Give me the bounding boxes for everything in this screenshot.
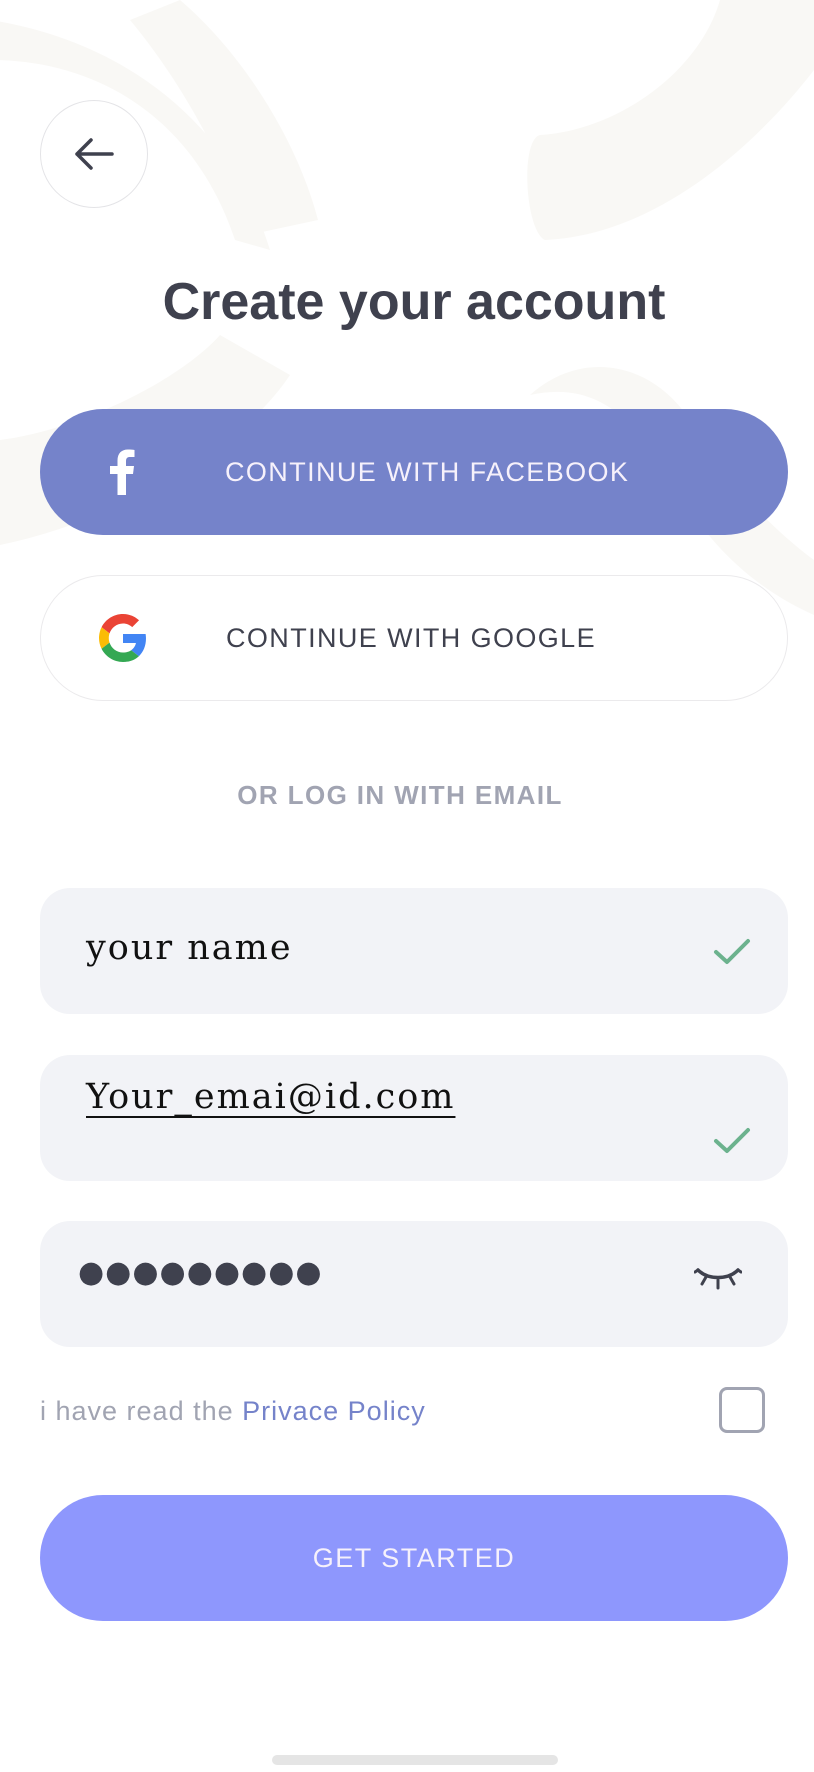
email-field[interactable]: Your_emai@id.com xyxy=(40,1055,788,1181)
eye-closed-icon[interactable] xyxy=(694,1251,742,1299)
privacy-policy-checkbox[interactable] xyxy=(719,1387,765,1433)
continue-with-facebook-button[interactable]: CONTINUE WITH FACEBOOK xyxy=(40,409,788,535)
check-icon xyxy=(708,928,756,976)
email-login-divider: OR LOG IN WITH EMAIL xyxy=(237,780,563,810)
facebook-button-label: CONTINUE WITH FACEBOOK xyxy=(225,456,630,487)
policy-prefix-text: i have read the xyxy=(40,1396,243,1426)
password-field[interactable]: ●●●●●●●●● xyxy=(40,1221,788,1347)
check-icon xyxy=(708,1117,756,1165)
name-field[interactable]: your name xyxy=(40,888,788,1014)
back-button[interactable] xyxy=(40,100,148,208)
facebook-f-icon xyxy=(96,446,148,498)
privacy-policy-link[interactable]: Privace Policy xyxy=(242,1396,426,1426)
password-field-value: ●●●●●●●●● xyxy=(78,1255,323,1290)
email-field-value: Your_emai@id.com xyxy=(86,1077,456,1117)
google-g-icon xyxy=(97,612,149,664)
get-started-label: GET STARTED xyxy=(312,1542,516,1573)
privacy-policy-row: i have read the Privace Policy xyxy=(40,1396,426,1427)
google-button-label: CONTINUE WITH GOOGLE xyxy=(226,622,597,653)
home-indicator xyxy=(272,1755,558,1765)
page-title: Create your account xyxy=(162,273,666,331)
name-field-value: your name xyxy=(86,928,293,968)
continue-with-google-button[interactable]: CONTINUE WITH GOOGLE xyxy=(40,575,788,701)
arrow-left-icon xyxy=(75,138,114,170)
get-started-button[interactable]: GET STARTED xyxy=(40,1495,788,1621)
